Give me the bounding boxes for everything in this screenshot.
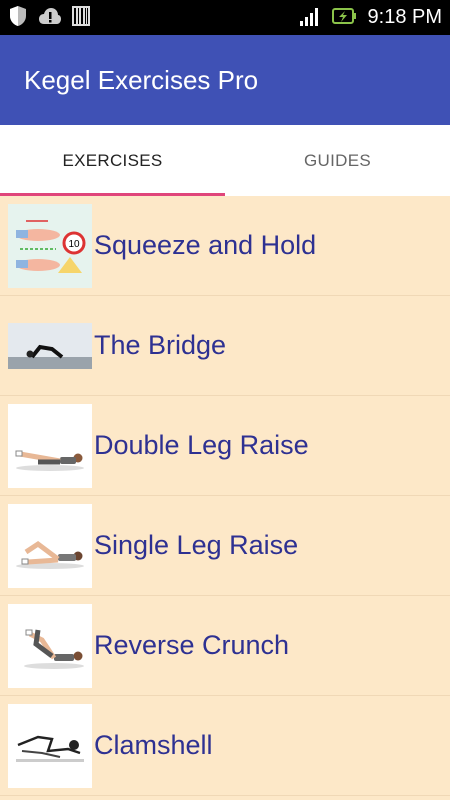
cloud-alert-icon — [38, 7, 62, 29]
tab-indicator — [0, 193, 225, 196]
app-bar: Kegel Exercises Pro — [0, 35, 450, 125]
signal-icon — [299, 6, 322, 30]
exercise-item-reverse-crunch[interactable]: Reverse Crunch — [0, 596, 450, 696]
exercise-item-the-bridge[interactable]: The Bridge — [0, 296, 450, 396]
tab-bar: EXERCISES GUIDES — [0, 125, 450, 196]
exercise-item-double-leg-raise[interactable]: Double Leg Raise — [0, 396, 450, 496]
app-title: Kegel Exercises Pro — [24, 64, 259, 95]
the-bridge-thumbnail — [8, 322, 92, 369]
reverse-crunch-thumbnail — [8, 603, 92, 688]
barcode-icon — [72, 5, 90, 30]
exercise-list: 10 Squeeze and Hold The Bridge Double Le… — [0, 196, 450, 796]
single-leg-raise-thumbnail — [8, 503, 92, 588]
exercise-label: Double Leg Raise — [94, 430, 309, 460]
shield-icon — [8, 5, 28, 31]
exercise-item-squeeze-and-hold[interactable]: 10 Squeeze and Hold — [0, 196, 450, 296]
exercise-item-single-leg-raise[interactable]: Single Leg Raise — [0, 496, 450, 596]
exercise-label: The Bridge — [94, 330, 227, 360]
clamshell-thumbnail — [8, 703, 92, 788]
exercise-label: Reverse Crunch — [94, 630, 290, 660]
thumbnail-timer-badge: 10 — [68, 239, 80, 250]
double-leg-raise-thumbnail — [8, 403, 92, 488]
status-bar-right: 9:18 PM — [299, 5, 442, 31]
exercise-label: Squeeze and Hold — [94, 230, 317, 260]
battery-charging-icon — [331, 5, 358, 31]
exercise-item-clamshell[interactable]: Clamshell — [0, 696, 450, 796]
status-bar: 9:18 PM — [0, 0, 450, 35]
tab-exercises[interactable]: EXERCISES — [0, 125, 225, 196]
exercise-label: Single Leg Raise — [94, 530, 299, 560]
tab-guides[interactable]: GUIDES — [225, 125, 450, 196]
squeeze-and-hold-thumbnail: 10 — [8, 203, 92, 288]
status-bar-left — [8, 5, 90, 31]
exercise-label: Clamshell — [94, 730, 213, 760]
status-time: 9:18 PM — [367, 6, 442, 28]
